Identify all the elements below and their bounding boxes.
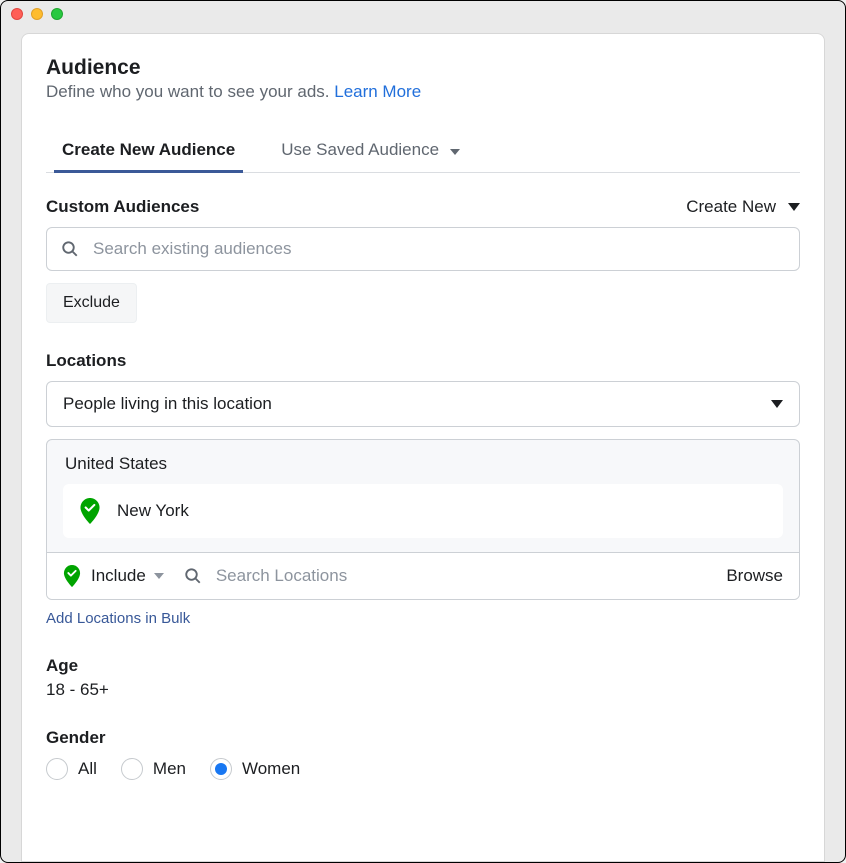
gender-radios: All Men Women bbox=[46, 758, 800, 780]
gender-title: Gender bbox=[46, 728, 800, 748]
maximize-icon[interactable] bbox=[51, 8, 63, 20]
include-dropdown[interactable]: Include bbox=[91, 566, 164, 586]
location-chip[interactable]: New York bbox=[63, 484, 783, 538]
gender-all-radio[interactable]: All bbox=[46, 758, 97, 780]
search-icon bbox=[61, 240, 79, 258]
locations-search[interactable] bbox=[184, 565, 716, 587]
caret-down-icon bbox=[450, 149, 460, 155]
age-title: Age bbox=[46, 656, 800, 676]
learn-more-link[interactable]: Learn More bbox=[334, 82, 421, 101]
browse-button[interactable]: Browse bbox=[726, 566, 783, 586]
tab-use-saved-audience[interactable]: Use Saved Audience bbox=[273, 130, 468, 172]
custom-audiences-search[interactable] bbox=[46, 227, 800, 271]
radio-icon bbox=[210, 758, 232, 780]
create-new-button[interactable]: Create New bbox=[686, 197, 800, 217]
page-subtitle: Define who you want to see your ads. Lea… bbox=[46, 82, 800, 102]
caret-down-icon bbox=[154, 573, 164, 579]
locations-search-input[interactable] bbox=[214, 565, 716, 587]
app-window: Audience Define who you want to see your… bbox=[0, 0, 846, 863]
tab-create-new-audience[interactable]: Create New Audience bbox=[54, 130, 243, 172]
locations-type-select[interactable]: People living in this location bbox=[46, 381, 800, 427]
location-city: New York bbox=[117, 501, 189, 521]
add-locations-bulk-link[interactable]: Add Locations in Bulk bbox=[46, 610, 190, 627]
locations-footer: Include Browse bbox=[47, 552, 799, 599]
content-panel: Audience Define who you want to see your… bbox=[21, 33, 825, 862]
caret-down-icon bbox=[771, 400, 783, 408]
exclude-button[interactable]: Exclude bbox=[46, 283, 137, 323]
custom-audiences-title: Custom Audiences bbox=[46, 197, 199, 217]
locations-title: Locations bbox=[46, 351, 800, 371]
location-pin-icon bbox=[79, 498, 101, 524]
location-country: United States bbox=[47, 440, 799, 484]
location-pin-icon bbox=[63, 565, 81, 587]
locations-panel: United States New York Include bbox=[46, 439, 800, 600]
title-bar bbox=[1, 1, 845, 27]
gender-women-radio[interactable]: Women bbox=[210, 758, 300, 780]
page-title: Audience bbox=[46, 56, 800, 80]
tabs: Create New Audience Use Saved Audience bbox=[46, 130, 800, 173]
radio-icon bbox=[121, 758, 143, 780]
gender-men-radio[interactable]: Men bbox=[121, 758, 186, 780]
search-icon bbox=[184, 567, 202, 585]
close-icon[interactable] bbox=[11, 8, 23, 20]
custom-audiences-search-input[interactable] bbox=[91, 238, 785, 260]
minimize-icon[interactable] bbox=[31, 8, 43, 20]
age-value: 18 - 65+ bbox=[46, 680, 800, 700]
caret-down-icon bbox=[788, 203, 800, 211]
radio-icon bbox=[46, 758, 68, 780]
